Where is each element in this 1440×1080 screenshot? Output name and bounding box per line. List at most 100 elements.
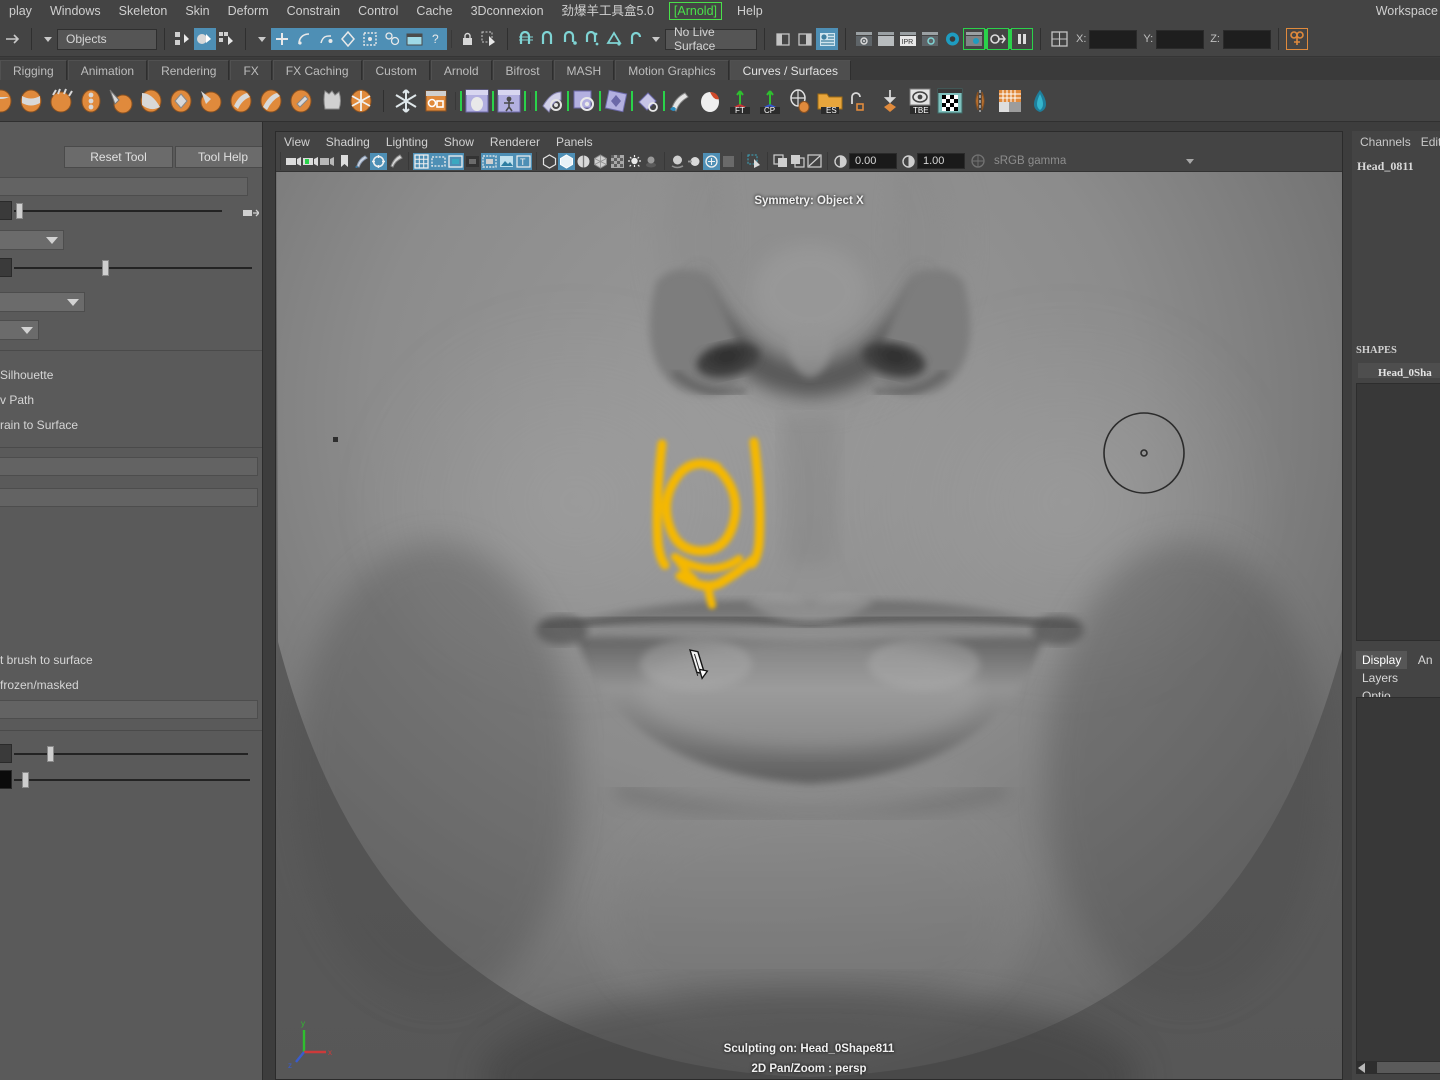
sculpt-freeze-icon[interactable] [346, 85, 376, 117]
shelf-tab-custom[interactable]: Custom [362, 60, 430, 80]
snap-center-magnet-icon[interactable] [581, 28, 603, 50]
shelf-tab-rendering[interactable]: Rendering [148, 60, 230, 80]
help-icon[interactable]: ? [425, 28, 447, 50]
isolate-select-icon[interactable] [370, 152, 387, 170]
select-camera-icon[interactable] [285, 153, 302, 170]
attribute-editor-icon[interactable] [816, 28, 838, 50]
unlock-attribute-icon[interactable] [845, 85, 875, 117]
arnold-ipr-icon[interactable] [987, 28, 1009, 50]
menu-windows[interactable]: Windows [41, 0, 110, 22]
strength-slider-track[interactable] [14, 267, 252, 269]
sculpt-spray-icon[interactable] [196, 85, 226, 117]
menu-arnold[interactable]: [Arnold] [668, 2, 723, 20]
live-surface-caret-icon[interactable] [652, 36, 660, 42]
wrap-deformer-icon[interactable] [633, 85, 663, 117]
render-sequence-icon[interactable] [875, 28, 897, 50]
freeze-selection-icon[interactable] [391, 85, 421, 117]
menu-deform[interactable]: Deform [219, 0, 278, 22]
radius-expand-icon[interactable] [240, 202, 262, 224]
exposure-icon[interactable] [832, 153, 849, 170]
radius-slider-track[interactable] [14, 210, 222, 212]
shelf-tab-fx[interactable]: FX [230, 60, 272, 80]
motion-blur-icon[interactable] [686, 153, 703, 170]
opacity2-slider-track[interactable] [14, 779, 250, 781]
shelf-tab-animation[interactable]: Animation [67, 60, 148, 80]
text-overlay-icon[interactable]: T [515, 152, 532, 170]
snap-to-curve-icon[interactable] [293, 28, 315, 50]
menu-3dconnexion[interactable]: 3Dconnexion [462, 0, 553, 22]
tab-anim[interactable]: An [1412, 651, 1439, 669]
smooth-shading-icon[interactable] [558, 152, 575, 170]
opacity1-slider-knob[interactable] [47, 746, 54, 762]
viewport-3d-scene[interactable]: y x z Symmetry: Object X Sculpting on: H… [276, 172, 1342, 1079]
resolution-gate-icon[interactable] [447, 152, 464, 170]
snap-to-projected-center-icon[interactable] [337, 28, 359, 50]
viewport-menu-panels[interactable]: Panels [548, 135, 601, 149]
tool-help-button[interactable]: Tool Help [175, 146, 262, 168]
convert-to-texture-icon[interactable] [421, 85, 451, 117]
viewport-menu-view[interactable]: View [276, 135, 318, 149]
menu-cache[interactable]: Cache [407, 0, 461, 22]
gate-mask-icon[interactable] [464, 153, 481, 170]
scroll-left-arrow-icon[interactable] [1358, 1062, 1365, 1073]
viewport-menu-lighting[interactable]: Lighting [378, 135, 436, 149]
select-component-icon[interactable] [216, 28, 238, 50]
snap-plane-magnet-icon[interactable] [603, 28, 625, 50]
tab-layers[interactable]: Layers [1356, 669, 1404, 687]
exposure-field[interactable]: 0.00 [849, 153, 897, 169]
tbe-icon[interactable]: TBE [905, 85, 935, 117]
bake-deformer-icon[interactable] [537, 85, 567, 117]
cp-transform-icon[interactable]: CP [755, 85, 785, 117]
use-all-lights-icon[interactable] [626, 153, 643, 170]
constrain-to-surface-checkbox-label[interactable]: rain to Surface [0, 418, 78, 432]
render-current-frame-icon[interactable] [853, 28, 875, 50]
camera-attributes-icon[interactable] [319, 153, 336, 170]
selection-mask-combo[interactable]: Objects [57, 28, 157, 50]
layer-list[interactable] [1356, 697, 1440, 1067]
hypershade-icon[interactable] [941, 28, 963, 50]
snap-to-point-icon[interactable] [315, 28, 337, 50]
arnold-pause-icon[interactable] [1011, 28, 1033, 50]
channel-box-shape-row[interactable]: Head_0Sha [1358, 363, 1440, 379]
render-settings-icon[interactable] [919, 28, 941, 50]
arnold-render-icon[interactable] [963, 28, 985, 50]
marquee-select-icon[interactable] [746, 153, 763, 170]
ft-transform-icon[interactable]: FT [725, 85, 755, 117]
menu-control[interactable]: Control [349, 0, 407, 22]
sculpt-grab-icon[interactable] [76, 85, 106, 117]
color2-swatch[interactable] [0, 770, 12, 789]
anti-alias-icon[interactable] [703, 152, 720, 170]
menu-skeleton[interactable]: Skeleton [110, 0, 177, 22]
sculpt-flatten-icon[interactable] [136, 85, 166, 117]
wireframe-shading-icon[interactable] [541, 153, 558, 170]
sculpt-repeat-icon[interactable] [226, 85, 256, 117]
paint-weights-icon[interactable] [665, 85, 695, 117]
shelf-tab-arnold[interactable]: Arnold [430, 60, 492, 80]
selection-constraint-icon[interactable] [478, 28, 500, 50]
snap-point-magnet-icon[interactable] [559, 28, 581, 50]
sculpt-scrape-icon[interactable] [316, 85, 346, 117]
snap-grid-magnet-icon[interactable] [515, 28, 537, 50]
snapshot-icon[interactable] [789, 153, 806, 170]
viewport-menu-show[interactable]: Show [436, 135, 482, 149]
brush-to-surface-option-label[interactable]: t brush to surface [0, 653, 93, 667]
make-live-icon[interactable] [381, 28, 403, 50]
color1-swatch[interactable] [0, 744, 12, 763]
sculpt-imprint-icon[interactable] [256, 85, 286, 117]
toggle-channel-box-icon[interactable] [1285, 28, 1308, 50]
snap-to-grid-icon[interactable] [271, 28, 293, 50]
open-pose-ui-icon[interactable] [494, 85, 524, 117]
sculpt-pinch-icon[interactable] [106, 85, 136, 117]
blend-shape-icon[interactable] [695, 85, 725, 117]
shaded-wireframe-icon[interactable] [575, 153, 592, 170]
scrollbar-thumb[interactable] [1377, 1062, 1440, 1073]
open-editor-right-icon[interactable] [794, 28, 816, 50]
shelf-tab-curves-surfaces[interactable]: Curves / Surfaces [729, 60, 851, 80]
menu-toolbox[interactable]: 劲爆羊工具盒5.0 [553, 0, 663, 22]
menu-constrain[interactable]: Constrain [278, 0, 350, 22]
lock-camera-icon[interactable] [302, 153, 319, 170]
menu-help[interactable]: Help [728, 0, 772, 22]
snap-caret-icon[interactable] [258, 36, 266, 42]
menu-skin[interactable]: Skin [176, 0, 218, 22]
axis-z-input[interactable] [1222, 29, 1271, 49]
